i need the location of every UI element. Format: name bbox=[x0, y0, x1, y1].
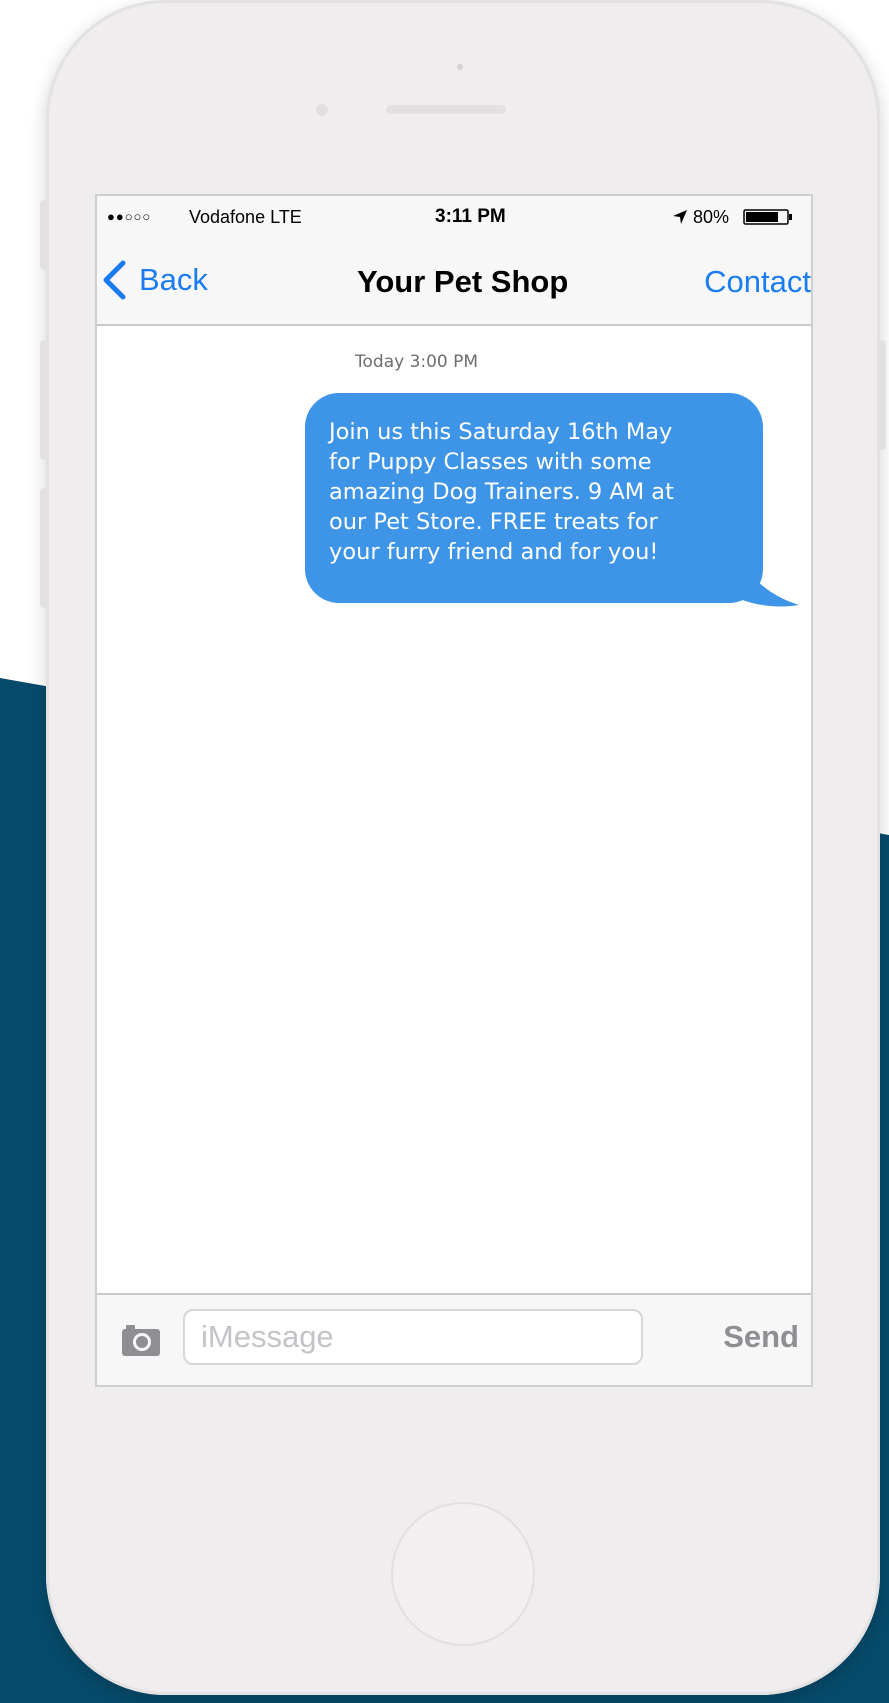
camera-icon[interactable] bbox=[121, 1323, 161, 1357]
chevron-left-icon bbox=[103, 260, 126, 300]
volume-down-button bbox=[40, 488, 48, 608]
imessage-input[interactable] bbox=[183, 1309, 643, 1365]
contact-button[interactable]: Contact bbox=[704, 264, 811, 300]
earpiece-speaker bbox=[386, 105, 506, 114]
page: ●●○○○ Vodafone LTE 3:11 PM 80% Back Your… bbox=[0, 0, 889, 1703]
home-button[interactable] bbox=[391, 1502, 535, 1646]
battery-icon bbox=[743, 209, 792, 225]
battery-level-fill bbox=[746, 212, 778, 222]
message-input-bar: Send bbox=[97, 1293, 811, 1385]
phone-screen: ●●○○○ Vodafone LTE 3:11 PM 80% Back Your… bbox=[95, 194, 813, 1387]
phone-frame: ●●○○○ Vodafone LTE 3:11 PM 80% Back Your… bbox=[40, 0, 886, 1695]
back-button[interactable]: Back bbox=[101, 258, 208, 302]
outgoing-message[interactable]: Join us this Saturday 16th May for Puppy… bbox=[305, 393, 799, 609]
mute-switch bbox=[40, 200, 48, 270]
conversation-title: Your Pet Shop bbox=[357, 264, 569, 299]
location-arrow-icon bbox=[673, 210, 687, 224]
navigation-bar: Back Your Pet Shop Contact bbox=[97, 238, 811, 326]
send-button[interactable]: Send bbox=[723, 1319, 799, 1355]
signal-strength-indicator: ●●○○○ bbox=[107, 209, 152, 224]
carrier-label: Vodafone LTE bbox=[189, 207, 302, 227]
battery-percent: 80% bbox=[693, 207, 730, 227]
volume-up-button bbox=[40, 340, 48, 460]
proximity-sensor bbox=[316, 104, 328, 116]
power-button bbox=[878, 340, 886, 450]
status-time: 3:11 PM bbox=[435, 206, 506, 227]
status-bar: ●●○○○ Vodafone LTE 3:11 PM 80% bbox=[97, 196, 811, 238]
message-timestamp: Today 3:00 PM bbox=[355, 352, 479, 372]
message-bubble-text: Join us this Saturday 16th May for Puppy… bbox=[305, 393, 763, 603]
back-label: Back bbox=[139, 262, 208, 297]
front-camera bbox=[457, 64, 463, 70]
